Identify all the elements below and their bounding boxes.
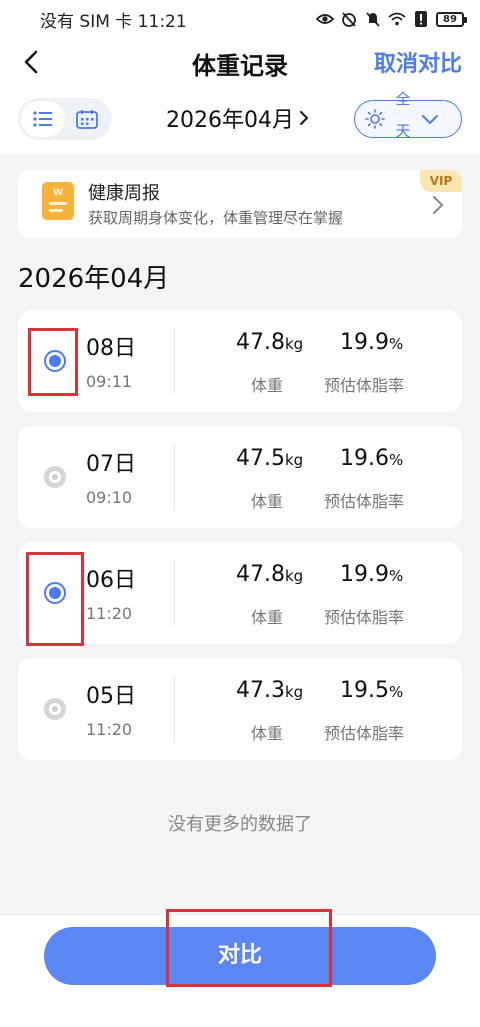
record-day: 07日 [86, 452, 136, 477]
weight-value: 47.5kg [236, 446, 303, 471]
health-weekly-banner[interactable]: W 健康周报 获取周期身体变化，体重管理尽在掌握 VIP [18, 170, 462, 238]
weight-number: 47.8 [236, 330, 285, 355]
divider [174, 328, 175, 394]
record-time: 11:20 [86, 604, 133, 623]
fat-value: 19.9% [340, 330, 403, 355]
list-view-button[interactable] [21, 101, 65, 137]
weight-unit: kg [284, 451, 304, 469]
cancel-compare-button[interactable]: 取消对比 [374, 46, 462, 78]
record-time: 09:11 [86, 372, 133, 391]
weight-number: 47.8 [236, 562, 285, 587]
fat-unit: % [388, 567, 404, 585]
weight-label: 体重 [251, 376, 284, 395]
fat-unit: % [388, 335, 404, 353]
record-card[interactable]: 07日 09:10 47.5kg 体重 19.6% 预估体脂率 [18, 426, 462, 528]
no-more-data-text: 没有更多的数据了 [168, 814, 312, 835]
weight-value: 47.3kg [236, 678, 303, 703]
chevron-down-icon [422, 115, 438, 125]
divider [174, 560, 175, 626]
record-checkbox[interactable] [44, 466, 66, 488]
fat-number: 19.5 [340, 678, 389, 703]
weight-label: 体重 [251, 492, 284, 511]
weight-number: 47.5 [236, 446, 285, 471]
weight-label: 体重 [251, 608, 284, 627]
weight-value: 47.8kg [236, 562, 303, 587]
fat-unit: % [388, 451, 404, 469]
alarm-off-icon [340, 10, 358, 28]
period-label: 全 天 [395, 90, 411, 140]
calendar-view-button[interactable] [65, 101, 109, 137]
record-checkbox[interactable] [44, 582, 66, 604]
record-checkbox[interactable] [44, 350, 66, 372]
divider [174, 444, 175, 510]
battery-icon: 89 [436, 11, 467, 27]
status-bar: 没有 SIM 卡 11:21 89 [0, 0, 480, 38]
fat-label: 预估体脂率 [324, 376, 405, 395]
wifi-icon [388, 10, 406, 28]
list-icon [33, 111, 52, 127]
eye-icon [316, 10, 334, 28]
weight-number: 47.3 [236, 678, 285, 703]
report-icon: W [42, 182, 74, 220]
banner-title: 健康周报 [88, 183, 160, 204]
compare-button[interactable]: 对比 [44, 927, 436, 985]
weight-unit: kg [284, 567, 304, 585]
fat-value: 19.5% [340, 678, 403, 703]
fat-number: 19.9 [340, 330, 389, 355]
fat-value: 19.6% [340, 446, 403, 471]
chevron-right-icon [299, 111, 309, 125]
status-icons: 89 [316, 10, 467, 28]
chevron-right-icon [433, 196, 444, 214]
record-day: 05日 [86, 684, 136, 709]
month-picker-label: 2026年04月 [166, 108, 294, 133]
header: 体重记录 取消对比 [0, 38, 480, 86]
record-checkbox[interactable] [44, 698, 66, 720]
period-label-line2: 天 [395, 122, 411, 140]
fat-number: 19.9 [340, 562, 389, 587]
sun-icon [365, 109, 385, 129]
fat-unit: % [388, 683, 404, 701]
divider [174, 676, 175, 742]
alert-icon [412, 10, 430, 28]
view-toggle [18, 98, 112, 140]
record-day: 06日 [86, 568, 136, 593]
month-heading: 2026年04月 [18, 264, 170, 294]
record-time: 09:10 [86, 488, 133, 507]
fat-value: 19.9% [340, 562, 403, 587]
fat-label: 预估体脂率 [324, 608, 405, 627]
weight-unit: kg [284, 683, 304, 701]
record-card[interactable]: 06日 11:20 47.8kg 体重 19.9% 预估体脂率 [18, 542, 462, 644]
fat-label: 预估体脂率 [324, 492, 405, 511]
weight-unit: kg [284, 335, 304, 353]
record-time: 11:20 [86, 720, 133, 739]
status-text: 没有 SIM 卡 11:21 [40, 11, 187, 32]
banner-subtitle: 获取周期身体变化，体重管理尽在掌握 [88, 209, 344, 227]
record-card[interactable]: 08日 09:11 47.8kg 体重 19.9% 预估体脂率 [18, 310, 462, 412]
vip-badge: VIP [420, 170, 462, 192]
record-card[interactable]: 05日 11:20 47.3kg 体重 19.5% 预估体脂率 [18, 658, 462, 760]
toolbar: 2026年04月 全 天 [0, 90, 480, 144]
weight-value: 47.8kg [236, 330, 303, 355]
content-area: W 健康周报 获取周期身体变化，体重管理尽在掌握 VIP 2026年04月 08… [0, 154, 480, 914]
fat-label: 预估体脂率 [324, 724, 405, 743]
period-select[interactable]: 全 天 [354, 90, 462, 140]
record-day: 08日 [86, 336, 136, 361]
weight-label: 体重 [251, 724, 284, 743]
fat-number: 19.6 [340, 446, 389, 471]
mute-icon [364, 10, 382, 28]
month-picker[interactable]: 2026年04月 [166, 102, 310, 134]
bottom-bar: 对比 [0, 909, 480, 1027]
calendar-icon [76, 110, 98, 129]
